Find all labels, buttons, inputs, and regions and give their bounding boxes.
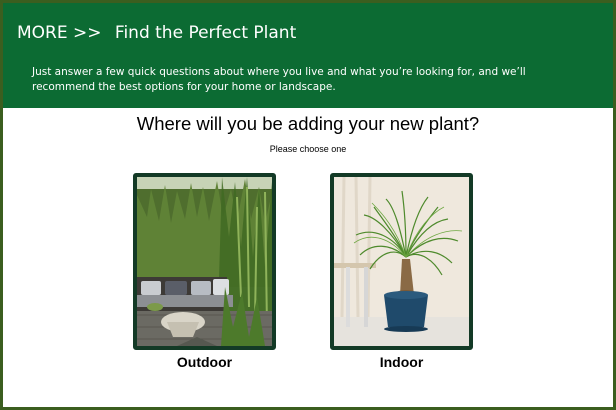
outdoor-option-card[interactable] [133, 173, 276, 350]
indoor-image [334, 177, 469, 346]
more-link[interactable]: MORE >> [17, 23, 102, 43]
app-frame: MORE >> Find the Perfect Plant Just answ… [0, 0, 616, 410]
page-title: MORE >> Find the Perfect Plant [17, 23, 296, 43]
indoor-option-card[interactable] [330, 173, 473, 350]
outdoor-option-label[interactable]: Outdoor [133, 354, 276, 370]
question-heading: Where will you be adding your new plant? [136, 113, 480, 134]
outdoor-image [137, 177, 272, 346]
header-description: Just answer a few quick questions about … [32, 66, 526, 93]
header-title: Find the Perfect Plant [114, 23, 297, 43]
indoor-option-label[interactable]: Indoor [330, 354, 473, 370]
header-banner: MORE >> Find the Perfect Plant Just answ… [3, 3, 613, 108]
question-subtitle: Please choose one [269, 144, 347, 154]
